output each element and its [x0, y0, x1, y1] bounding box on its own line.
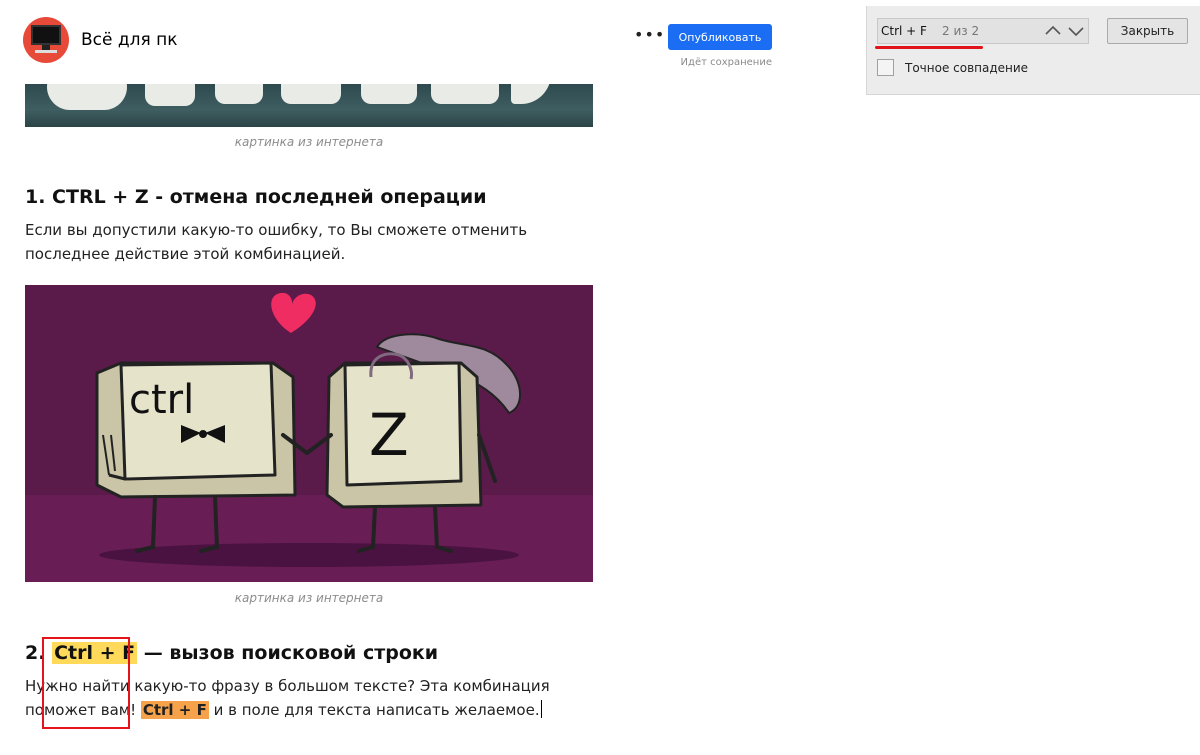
keyboard-icon [35, 50, 57, 53]
match-count: 2 из 2 [942, 24, 980, 38]
image-caption: картинка из интернета [234, 135, 384, 149]
article-image-ctrl-z: ctrl Z [25, 285, 593, 582]
publish-button[interactable]: Опубликовать [668, 24, 772, 50]
previous-match-button[interactable] [1042, 20, 1064, 42]
section-paragraph-1: Если вы допустили какую-то ошибку, то Вы… [25, 221, 528, 263]
article-image-top [25, 84, 593, 127]
exact-match-checkbox[interactable] [877, 59, 894, 76]
heading-prefix: 2. [25, 642, 53, 664]
chevron-up-icon [1045, 25, 1061, 35]
exact-match-label[interactable]: Точное совпадение [905, 61, 1028, 75]
find-bar: 2 из 2 Закрыть Точное совпадение [866, 6, 1200, 95]
paragraph-text: и в поле для текста написать желаемое. [208, 701, 540, 719]
ctrl-key-label: ctrl [129, 377, 194, 423]
z-key-label: Z [369, 401, 409, 469]
find-input[interactable] [881, 22, 945, 40]
save-status: Идёт сохранение [680, 57, 772, 68]
more-options-button[interactable]: ••• [634, 26, 664, 48]
close-find-button[interactable]: Закрыть [1107, 18, 1188, 44]
search-match-highlight: Ctrl + F [52, 642, 138, 664]
section-heading-2: 2. Ctrl + F — вызов поисковой строки [25, 642, 438, 664]
annotation-underline [875, 46, 983, 49]
ctrl-z-illustration: ctrl Z [25, 285, 593, 582]
monitor-icon [31, 25, 61, 45]
image-caption: картинка из интернета [234, 591, 384, 605]
current-match-highlight: Ctrl + F [140, 701, 209, 719]
heading-suffix: — вызов поисковой строки [137, 642, 439, 664]
text-cursor [540, 700, 542, 718]
next-match-button[interactable] [1065, 20, 1087, 42]
section-heading-1: 1. CTRL + Z - отмена последней операции [25, 186, 487, 208]
channel-avatar[interactable] [23, 17, 69, 63]
channel-name[interactable]: Всё для пк [81, 30, 178, 50]
find-field[interactable]: 2 из 2 [875, 18, 1089, 49]
section-paragraph-2[interactable]: Нужно найти какую-то фразу в большом тек… [25, 674, 595, 722]
chevron-down-icon [1068, 27, 1084, 37]
